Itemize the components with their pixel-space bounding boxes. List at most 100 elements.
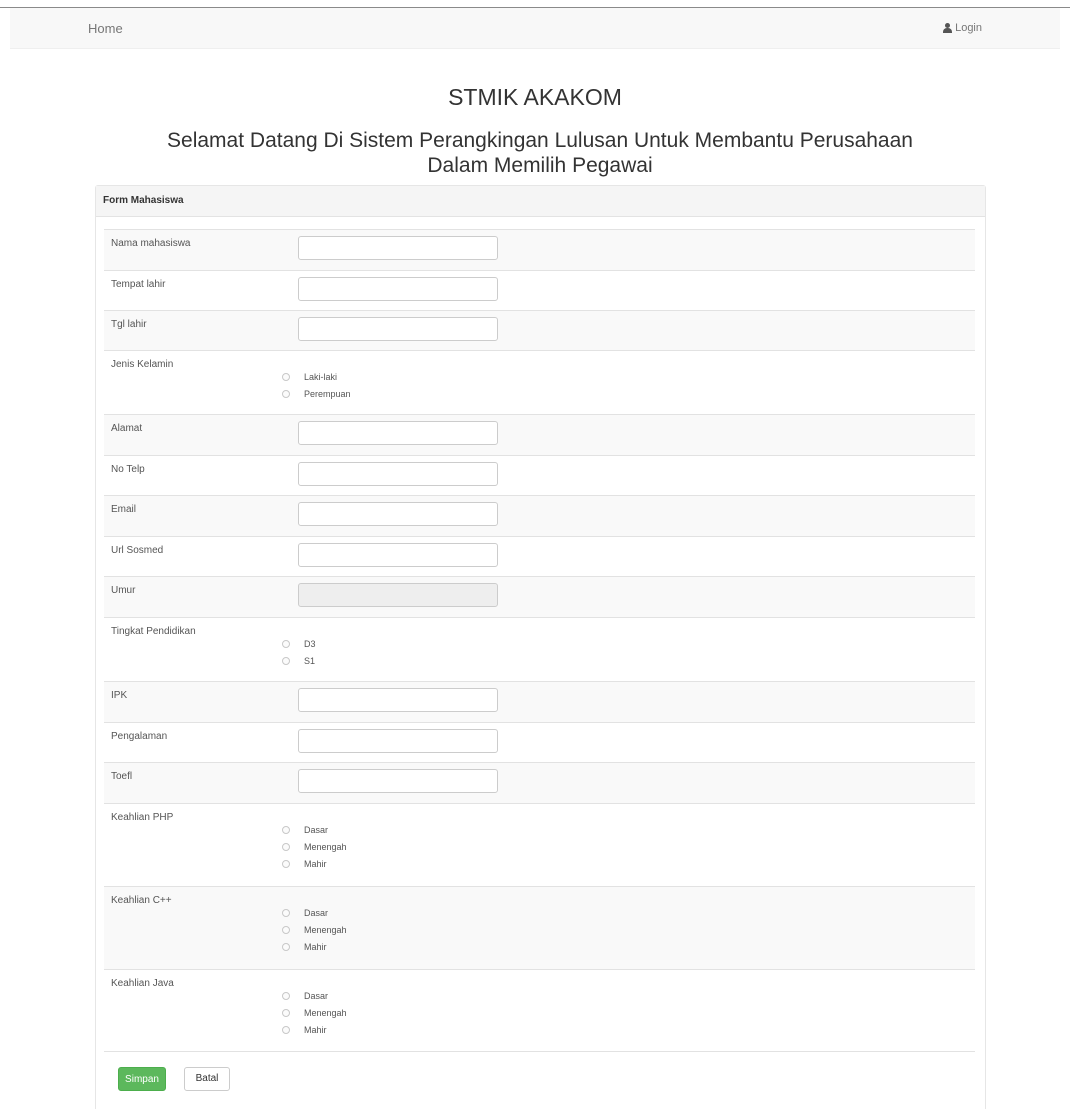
ipk-input[interactable]	[298, 688, 498, 712]
radio-option-d3[interactable]: D3	[282, 635, 316, 652]
row-keahlian-php: Keahlian PHP Dasar Menengah Mahir	[104, 803, 975, 886]
label-jenis-kelamin: Jenis Kelamin	[111, 359, 174, 370]
radio-button[interactable]	[282, 842, 290, 851]
user-icon	[943, 23, 953, 33]
alamat-input[interactable]	[298, 421, 498, 445]
label-keahlian-java: Keahlian Java	[111, 978, 174, 989]
form-panel: Form Mahasiswa Nama mahasiswa Tempat lah…	[95, 185, 986, 1109]
label-toefl: Toefl	[111, 771, 133, 782]
radio-button[interactable]	[282, 389, 290, 398]
jenis-kelamin-radio-group: Laki-laki Perempuan	[282, 368, 351, 402]
row-alamat: Alamat	[104, 414, 975, 455]
row-pengalaman: Pengalaman	[104, 722, 975, 762]
radio-option-mahir[interactable]: Mahir	[282, 855, 347, 872]
radio-option-mahir[interactable]: Mahir	[282, 938, 347, 955]
row-no-telp: No Telp	[104, 455, 975, 495]
radio-option-perempuan[interactable]: Perempuan	[282, 385, 351, 402]
radio-label: Dasar	[304, 824, 329, 835]
radio-button[interactable]	[282, 372, 290, 381]
label-no-telp: No Telp	[111, 464, 145, 475]
radio-label: S1	[304, 655, 316, 666]
nama-mahasiswa-input[interactable]	[298, 236, 498, 260]
page-subtitle: Selamat Datang Di Sistem Perangkingan Lu…	[90, 128, 990, 178]
url-sosmed-input[interactable]	[298, 543, 498, 567]
radio-option-dasar[interactable]: Dasar	[282, 821, 347, 838]
label-umur: Umur	[111, 585, 136, 596]
row-tgl-lahir: Tgl lahir	[104, 310, 975, 350]
page-title: STMIK AKAKOM	[448, 84, 622, 110]
nav-login-link[interactable]: Login	[943, 22, 982, 34]
toefl-input[interactable]	[298, 769, 498, 793]
form-panel-heading: Form Mahasiswa	[96, 186, 985, 217]
row-umur: Umur	[104, 576, 975, 617]
label-keahlian-php: Keahlian PHP	[111, 812, 174, 823]
keahlian-php-radio-group: Dasar Menengah Mahir	[282, 821, 347, 872]
row-ipk: IPK	[104, 681, 975, 722]
label-email: Email	[111, 504, 137, 515]
label-nama-mahasiswa: Nama mahasiswa	[111, 238, 191, 249]
row-nama-mahasiswa: Nama mahasiswa	[104, 229, 975, 270]
radio-label: Mahir	[304, 1024, 327, 1035]
row-toefl: Toefl	[104, 762, 975, 803]
label-ipk: IPK	[111, 690, 128, 701]
row-keahlian-cpp: Keahlian C++ Dasar Menengah Mahir	[104, 886, 975, 969]
radio-label: D3	[304, 638, 316, 649]
radio-option-s1[interactable]: S1	[282, 652, 316, 669]
label-tempat-lahir: Tempat lahir	[111, 279, 166, 290]
nav-login-label: Login	[955, 22, 982, 34]
row-buttons: Simpan Batal	[104, 1051, 975, 1096]
tempat-lahir-input[interactable]	[298, 277, 498, 301]
form-table: Nama mahasiswa Tempat lahir Tgl lahir Je…	[104, 229, 975, 1096]
row-tingkat-pendidikan: Tingkat Pendidikan D3 S1	[104, 617, 975, 681]
nav-home-link[interactable]: Home	[88, 21, 123, 36]
keahlian-cpp-radio-group: Dasar Menengah Mahir	[282, 904, 347, 955]
no-telp-input[interactable]	[298, 462, 498, 486]
radio-option-menengah[interactable]: Menengah	[282, 921, 347, 938]
row-url-sosmed: Url Sosmed	[104, 536, 975, 576]
label-keahlian-cpp: Keahlian C++	[111, 895, 172, 906]
keahlian-java-radio-group: Dasar Menengah Mahir	[282, 987, 347, 1038]
radio-option-mahir[interactable]: Mahir	[282, 1021, 347, 1038]
page-subtitle-line-1: Selamat Datang Di Sistem Perangkingan Lu…	[167, 129, 913, 152]
umur-input-disabled	[298, 583, 498, 607]
label-url-sosmed: Url Sosmed	[111, 545, 164, 556]
row-email: Email	[104, 495, 975, 536]
radio-label: Mahir	[304, 941, 327, 952]
radio-option-dasar[interactable]: Dasar	[282, 904, 347, 921]
row-jenis-kelamin: Jenis Kelamin Laki-laki Perempuan	[104, 350, 975, 414]
radio-label: Perempuan	[304, 388, 351, 399]
email-input[interactable]	[298, 502, 498, 526]
radio-label: Menengah	[304, 924, 347, 935]
label-tingkat-pendidikan: Tingkat Pendidikan	[111, 626, 196, 637]
tingkat-pendidikan-radio-group: D3 S1	[282, 635, 316, 669]
radio-button[interactable]	[282, 991, 290, 1000]
label-alamat: Alamat	[111, 423, 143, 434]
radio-option-laki-laki[interactable]: Laki-laki	[282, 368, 351, 385]
radio-option-dasar[interactable]: Dasar	[282, 987, 347, 1004]
radio-button[interactable]	[282, 1008, 290, 1017]
radio-label: Menengah	[304, 1007, 347, 1018]
radio-button[interactable]	[282, 825, 290, 834]
radio-button[interactable]	[282, 925, 290, 934]
radio-label: Dasar	[304, 990, 329, 1001]
row-tempat-lahir: Tempat lahir	[104, 270, 975, 310]
label-tgl-lahir: Tgl lahir	[111, 319, 147, 330]
radio-label: Mahir	[304, 858, 327, 869]
radio-option-menengah[interactable]: Menengah	[282, 838, 347, 855]
radio-button[interactable]	[282, 942, 290, 951]
radio-button[interactable]	[282, 639, 290, 648]
radio-label: Laki-laki	[304, 371, 338, 382]
tgl-lahir-input[interactable]	[298, 317, 498, 341]
navbar: Home Login	[10, 8, 1060, 49]
radio-button[interactable]	[282, 908, 290, 917]
save-button[interactable]: Simpan	[118, 1067, 166, 1091]
radio-button[interactable]	[282, 859, 290, 868]
radio-button[interactable]	[282, 656, 290, 665]
radio-label: Menengah	[304, 841, 347, 852]
label-pengalaman: Pengalaman	[111, 731, 168, 742]
cancel-button[interactable]: Batal	[184, 1067, 230, 1091]
radio-option-menengah[interactable]: Menengah	[282, 1004, 347, 1021]
radio-label: Dasar	[304, 907, 329, 918]
radio-button[interactable]	[282, 1025, 290, 1034]
pengalaman-input[interactable]	[298, 729, 498, 753]
